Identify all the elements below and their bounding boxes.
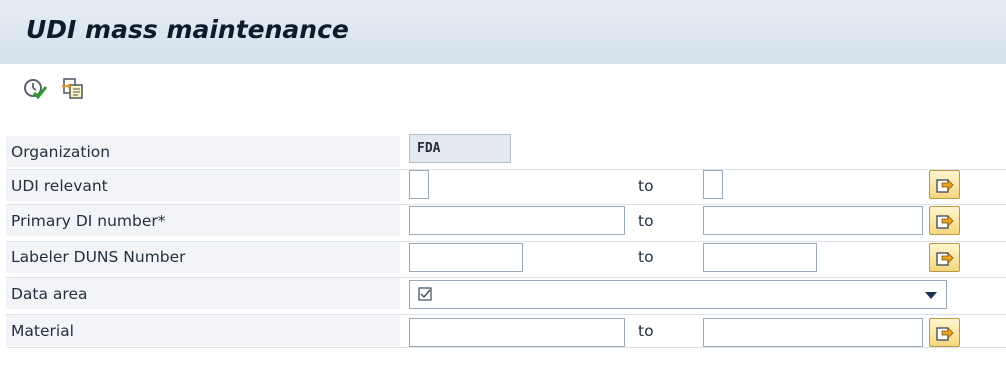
labeler-duns-to-field[interactable] — [703, 243, 817, 272]
primary-di-to-label: to — [638, 212, 654, 230]
organization-label: Organization — [11, 143, 111, 161]
material-label: Material — [11, 322, 74, 340]
chevron-down-icon — [925, 292, 937, 299]
multiple-selection-arrow-icon — [936, 252, 954, 266]
get-variant-button[interactable] — [60, 76, 86, 102]
data-area-dropdown[interactable] — [409, 280, 947, 309]
row-divider — [6, 314, 1006, 315]
application-toolbar — [0, 64, 1006, 114]
page-title: UDI mass maintenance — [26, 15, 349, 44]
title-bar: UDI mass maintenance — [0, 0, 1006, 65]
checkbox-icon — [418, 287, 432, 301]
execute-clock-check-icon — [24, 79, 48, 100]
labeler-duns-multiple-selection-button[interactable] — [929, 243, 960, 272]
primary-di-from-field[interactable] — [409, 206, 625, 235]
multiple-selection-arrow-icon — [936, 327, 954, 341]
udi-relevant-to-label: to — [638, 177, 654, 195]
row-divider — [6, 204, 1006, 205]
material-to-label: to — [638, 322, 654, 340]
get-variant-icon — [62, 78, 83, 99]
primary-di-label: Primary DI number* — [11, 212, 166, 230]
material-from-field[interactable] — [409, 318, 625, 347]
execute-button[interactable] — [22, 76, 48, 102]
udi-relevant-to-field[interactable] — [703, 170, 723, 199]
primary-di-to-field[interactable] — [703, 206, 923, 235]
organization-field[interactable]: FDA — [409, 134, 511, 163]
row-divider — [6, 169, 1006, 170]
data-area-label: Data area — [11, 285, 88, 303]
material-multiple-selection-button[interactable] — [929, 318, 960, 347]
multiple-selection-arrow-icon — [936, 179, 954, 193]
udi-relevant-label: UDI relevant — [11, 177, 108, 195]
udi-relevant-from-field[interactable] — [409, 170, 429, 199]
material-to-field[interactable] — [703, 318, 923, 347]
labeler-duns-from-field[interactable] — [409, 243, 523, 272]
labeler-duns-to-label: to — [638, 248, 654, 266]
primary-di-multiple-selection-button[interactable] — [929, 206, 960, 235]
row-divider — [6, 347, 1006, 348]
udi-relevant-multiple-selection-button[interactable] — [929, 170, 960, 199]
selection-screen: Organization FDA UDI relevant to Primary… — [0, 126, 1006, 367]
organization-value: FDA — [417, 141, 441, 156]
row-divider — [6, 277, 1006, 278]
row-divider — [6, 241, 1006, 242]
labeler-duns-label: Labeler DUNS Number — [11, 248, 186, 266]
multiple-selection-arrow-icon — [936, 215, 954, 229]
